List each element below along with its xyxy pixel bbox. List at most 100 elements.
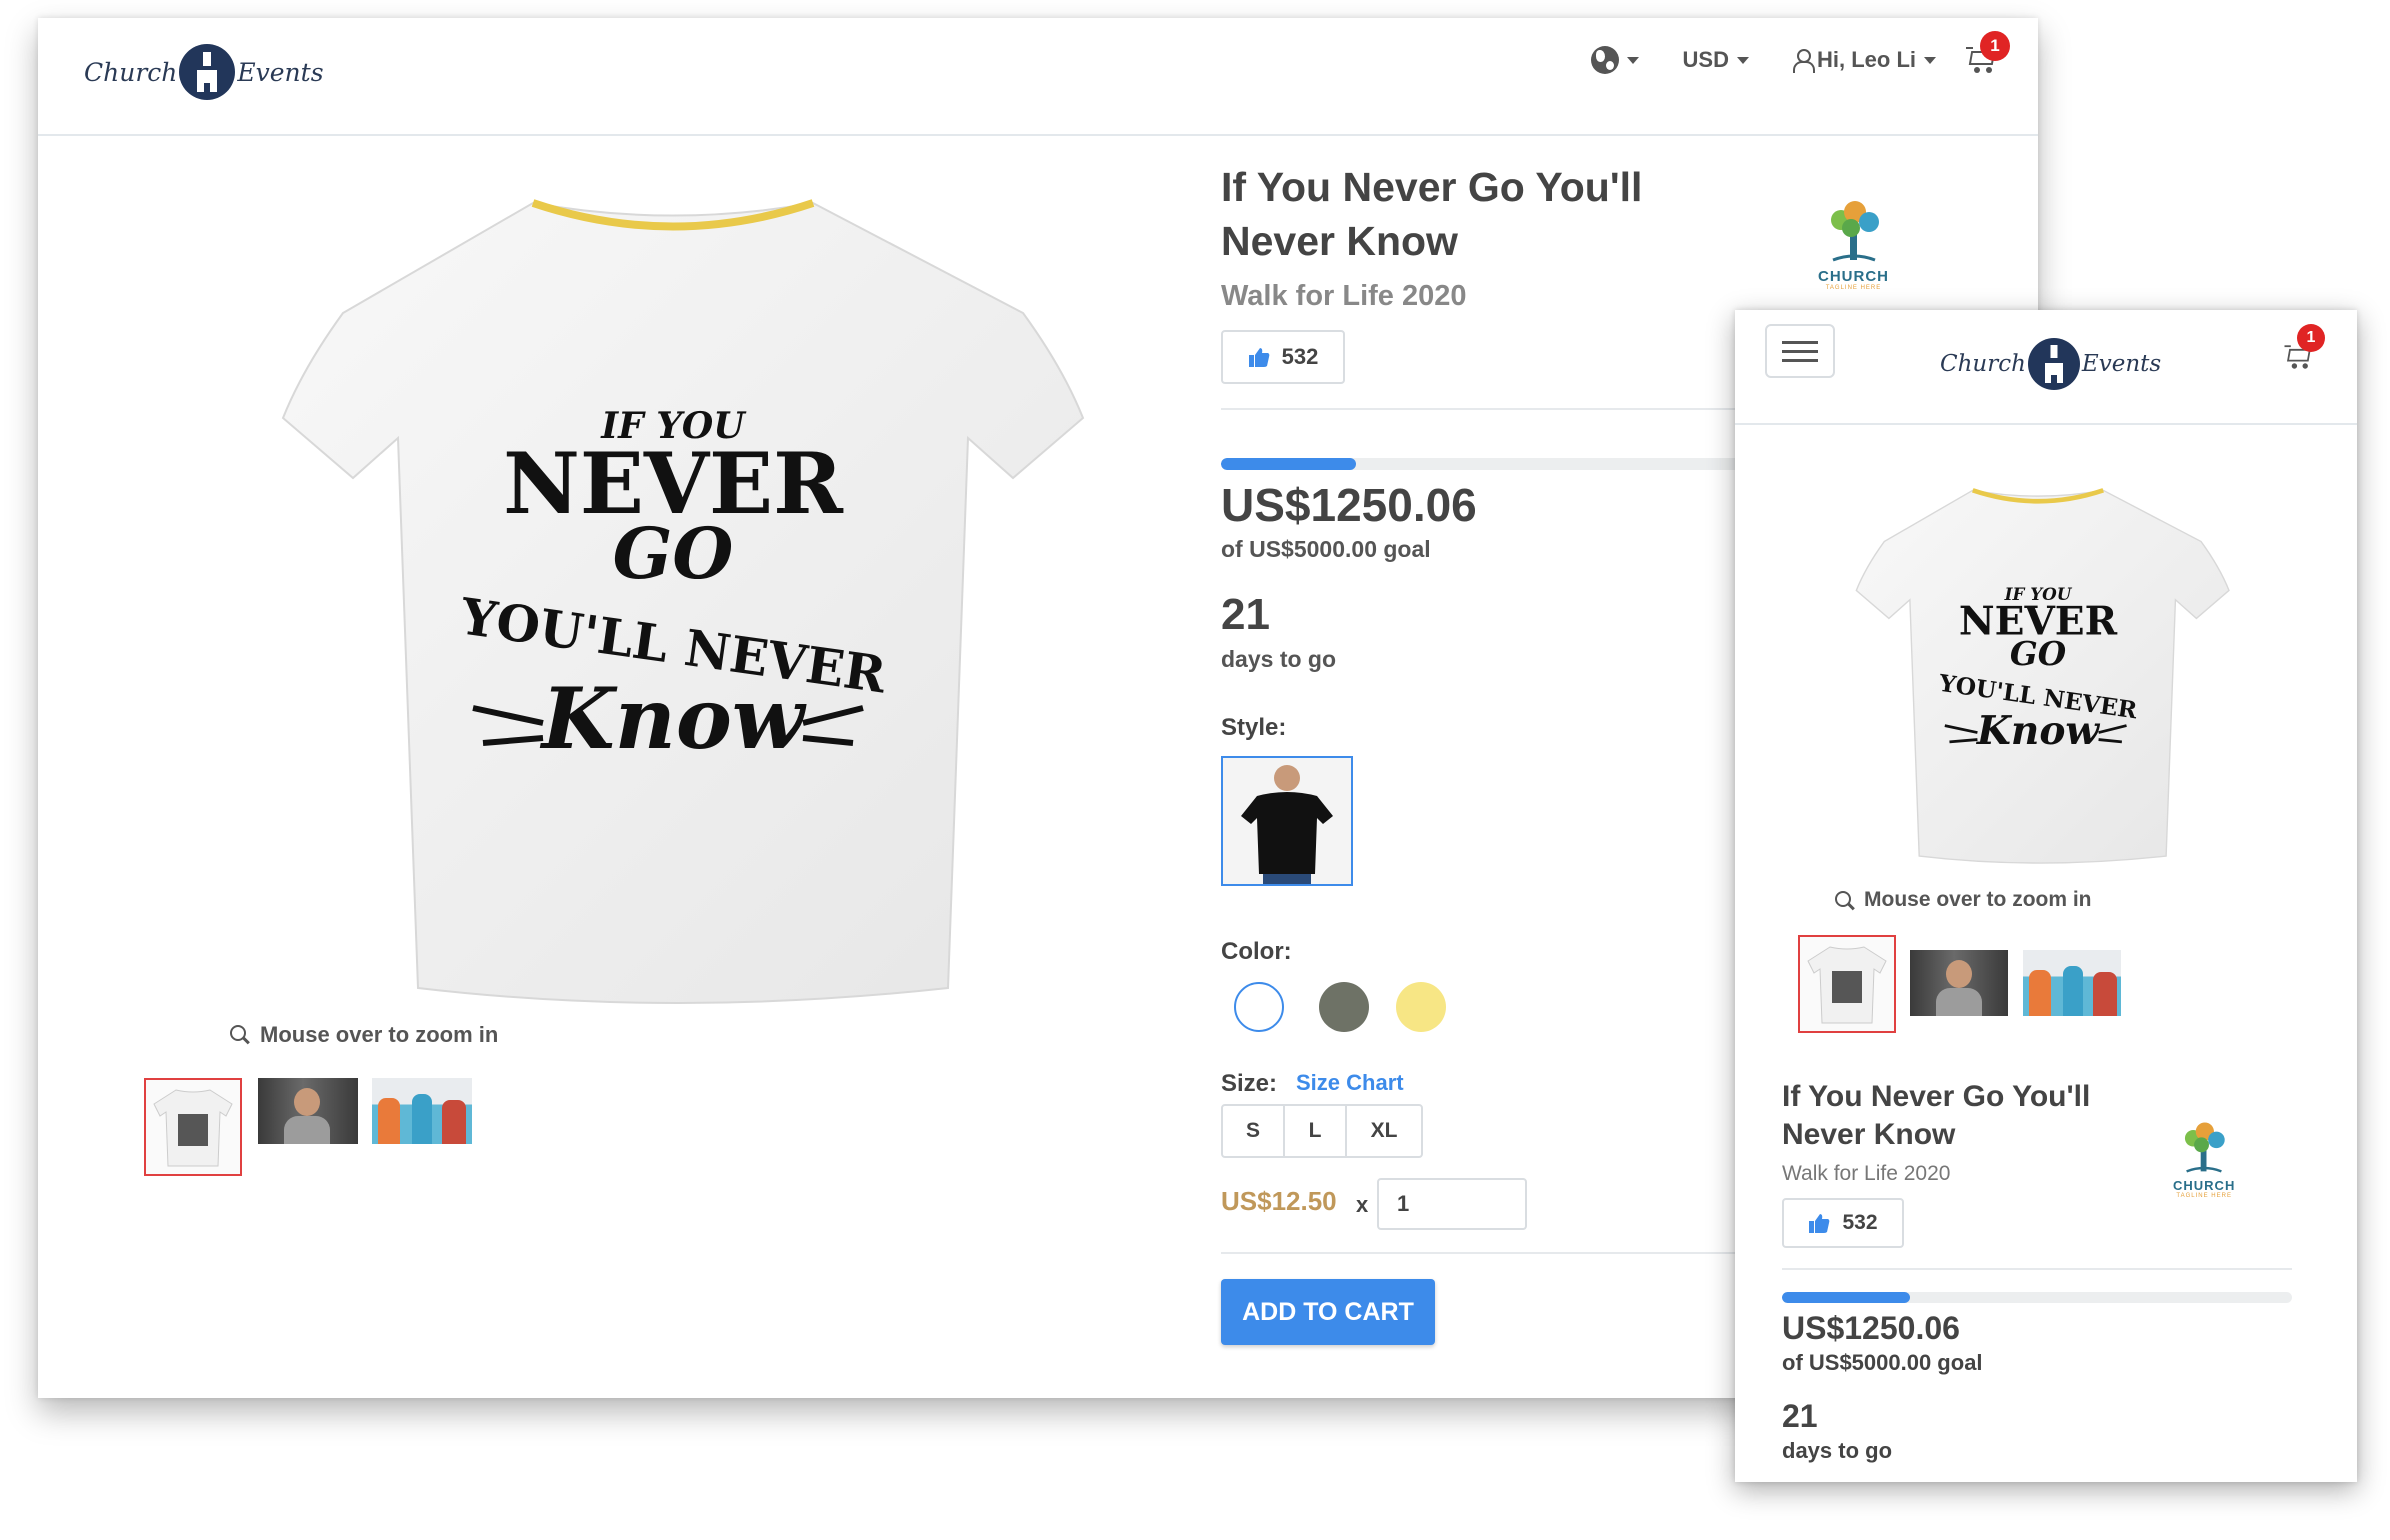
chapel-icon: [179, 44, 236, 100]
svg-text:GO: GO: [2010, 634, 2067, 673]
style-label: Style:: [1221, 714, 1287, 741]
user-menu[interactable]: Hi, Leo Li: [1793, 47, 1936, 73]
size-option-xl[interactable]: XL: [1347, 1106, 1421, 1156]
like-count: 532: [1281, 344, 1319, 369]
like-count: 532: [1842, 1211, 1878, 1234]
zoom-hint-text: Mouse over to zoom in: [260, 1022, 499, 1047]
multiply-sign: x: [1356, 1192, 1369, 1217]
menu-icon-bar: [1782, 340, 1818, 344]
tshirt-illustration: IF YOU NEVER GO YOU'LL NEVER Know: [281, 199, 1085, 1004]
days-remaining-label: days to go: [1782, 1438, 1893, 1463]
chevron-down-icon: [1737, 56, 1749, 64]
mobile-header: Church Events 1: [1735, 310, 2357, 425]
thumbnail-crowd[interactable]: [2023, 950, 2121, 1016]
color-swatch-white[interactable]: [1234, 982, 1284, 1032]
size-option-l[interactable]: L: [1285, 1106, 1347, 1156]
amount-raised: US$1250.06: [1782, 1310, 1960, 1346]
thumbnail-person[interactable]: [258, 1078, 358, 1144]
color-swatch-yellow[interactable]: [1396, 982, 1446, 1032]
funding-progress-bar: [1221, 458, 1761, 470]
funding-goal: of US$5000.00 goal: [1221, 536, 1431, 562]
like-button[interactable]: 532: [1782, 1198, 1904, 1248]
funding-progress-bar: [1782, 1292, 2292, 1303]
size-label: Size:: [1221, 1070, 1278, 1097]
organization-name: CHURCH: [2173, 1178, 2236, 1193]
logo-word-right: Events: [237, 57, 324, 87]
size-selector: S L XL: [1221, 1104, 1423, 1158]
cart-button[interactable]: 1: [1966, 31, 2010, 73]
currency-selector[interactable]: USD: [1683, 47, 1749, 73]
product-title-line2: Never Know: [1782, 1118, 1956, 1151]
cart-count-badge: 1: [2297, 324, 2325, 352]
color-label: Color:: [1221, 938, 1292, 965]
chevron-down-icon: [1626, 56, 1639, 64]
logo-word-left: Church: [84, 57, 178, 87]
event-name: Walk for Life 2020: [1782, 1162, 1951, 1185]
site-header: Church Events USD Hi, Leo Li 1: [38, 18, 2038, 136]
like-button[interactable]: 532: [1221, 330, 1345, 384]
add-to-cart-button[interactable]: ADD TO CART: [1221, 1279, 1435, 1345]
size-chart-link[interactable]: Size Chart: [1296, 1070, 1404, 1096]
magnifier-icon: [230, 1025, 250, 1045]
tshirt-illustration: IF YOU NEVER GO YOU'LL NEVER Know: [1855, 488, 2230, 864]
divider: [1221, 408, 1761, 410]
quantity-input[interactable]: [1377, 1178, 1527, 1230]
funding-progress-fill: [1782, 1292, 1910, 1303]
organization-tagline: TAGLINE HERE: [1825, 285, 1882, 291]
svg-text:Know: Know: [540, 669, 807, 768]
color-swatch-olive[interactable]: [1319, 982, 1369, 1032]
size-option-s[interactable]: S: [1223, 1106, 1285, 1156]
product-main-image[interactable]: IF YOU NEVER GO YOU'LL NEVER Know: [1833, 472, 2243, 872]
product-title: If You Never Go You'll Never Know: [1221, 160, 1642, 268]
currency-label: USD: [1682, 47, 1729, 72]
thumbs-up-icon: [1808, 1212, 1830, 1234]
svg-text:Know: Know: [1976, 708, 2101, 754]
site-logo[interactable]: Church Events: [1940, 338, 2161, 390]
thumbnail-tshirt[interactable]: [144, 1078, 242, 1176]
thumbnail-person[interactable]: [1910, 950, 2008, 1016]
thumbnail-tshirt[interactable]: [1798, 935, 1896, 1033]
magnifier-icon: [1835, 890, 1854, 910]
language-selector[interactable]: [1590, 46, 1639, 74]
svg-text:GO: GO: [613, 512, 734, 595]
zoom-hint: Mouse over to zoom in: [230, 1022, 498, 1048]
product-title-line1: If You Never Go You'll: [1782, 1080, 2091, 1113]
organization-name: CHURCH: [1818, 268, 1889, 285]
tree-icon: [2185, 1122, 2225, 1173]
style-option-black-tee[interactable]: [1221, 756, 1353, 886]
divider: [1782, 1268, 2292, 1270]
funding-goal: of US$5000.00 goal: [1782, 1350, 1983, 1375]
zoom-hint: Mouse over to zoom in: [1835, 888, 2092, 912]
globe-icon: [1590, 46, 1619, 74]
divider: [1221, 1252, 1761, 1254]
product-title-line1: If You Never Go You'll: [1221, 164, 1643, 210]
cart-button[interactable]: 1: [2283, 324, 2325, 370]
organization-logo: CHURCH TAGLINE HERE: [1818, 198, 1889, 291]
amount-raised: US$1250.06: [1221, 479, 1477, 531]
site-logo[interactable]: Church Events: [84, 44, 324, 100]
product-title: If You Never Go You'll Never Know: [1782, 1078, 2090, 1154]
zoom-hint-text: Mouse over to zoom in: [1864, 888, 2092, 911]
logo-word-left: Church: [1940, 351, 2026, 377]
days-remaining: 21: [1221, 590, 1270, 639]
cart-count-badge: 1: [1980, 31, 2010, 61]
chevron-down-icon: [1924, 56, 1936, 64]
top-nav: USD Hi, Leo Li 1: [1547, 31, 2010, 74]
unit-price: US$12.50: [1221, 1186, 1337, 1216]
organization-tagline: TAGLINE HERE: [2176, 1193, 2232, 1199]
user-greeting: Hi, Leo Li: [1817, 47, 1916, 72]
tree-icon: [1830, 201, 1879, 262]
hamburger-menu-button[interactable]: [1765, 324, 1835, 378]
mobile-window: Church Events 1 IF YOU NEVER GO YOU'LL N…: [1735, 310, 2357, 1482]
menu-icon-bar: [1782, 358, 1818, 362]
black-tshirt-image: [1241, 765, 1333, 884]
logo-word-right: Events: [2081, 351, 2162, 377]
user-icon: [1793, 49, 1815, 73]
event-name: Walk for Life 2020: [1221, 280, 1467, 312]
chapel-icon: [2027, 338, 2080, 390]
product-main-image[interactable]: IF YOU NEVER GO YOU'LL NEVER Know: [233, 168, 1113, 1018]
menu-icon-bar: [1782, 349, 1818, 353]
product-title-line2: Never Know: [1221, 218, 1458, 264]
organization-logo: CHURCH TAGLINE HERE: [2173, 1120, 2235, 1199]
thumbnail-crowd[interactable]: [372, 1078, 472, 1144]
